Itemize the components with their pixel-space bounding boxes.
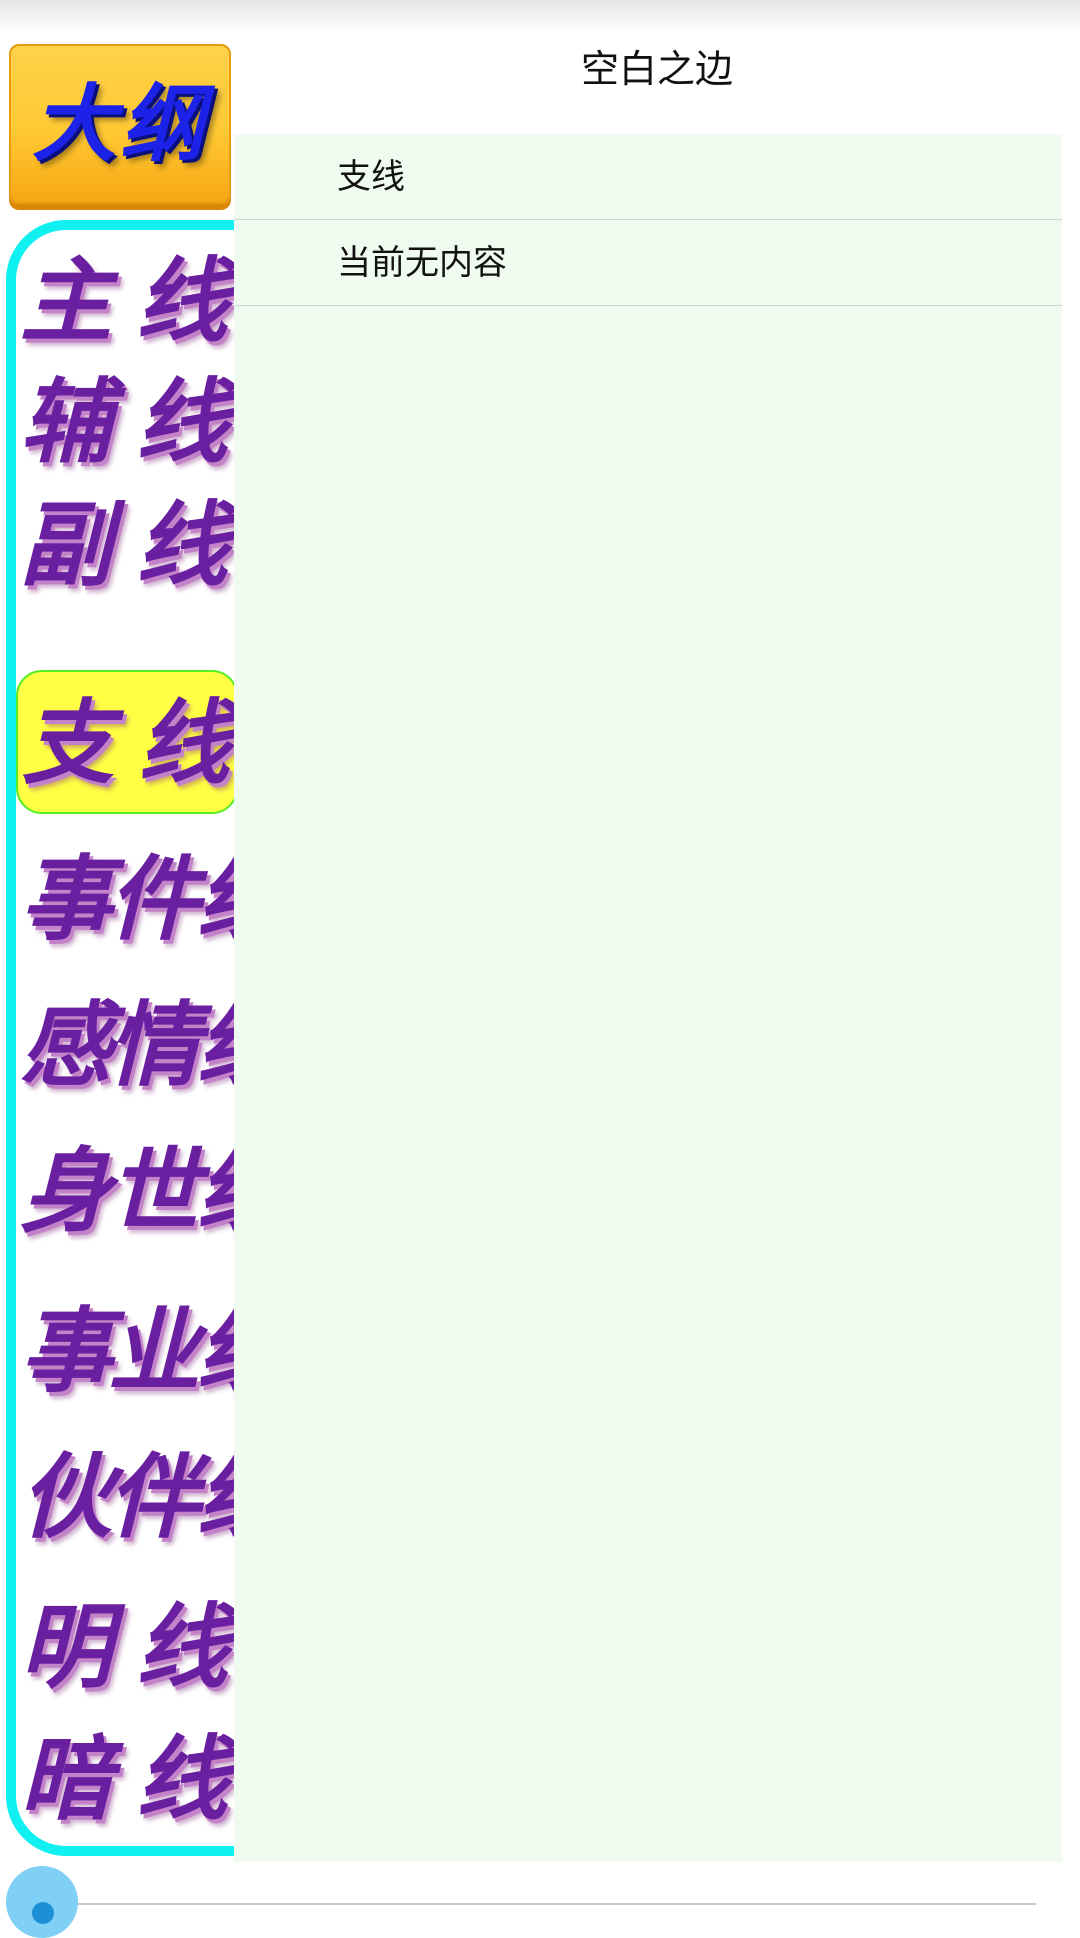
sidebar-item-secondary-line[interactable]: 副 线 <box>16 474 236 614</box>
sidebar-item-label: 主 线 <box>20 247 228 355</box>
sidebar-item-label: 副 线 <box>20 491 228 599</box>
sidebar-item-event-line[interactable]: 事件线 <box>16 828 288 968</box>
outline-button[interactable]: 大纲 <box>9 44 231 204</box>
sidebar-item-label: 辅 线 <box>20 368 228 476</box>
floating-handle[interactable] <box>6 1866 78 1938</box>
sidebar-item-label: 感情线 <box>20 991 288 1099</box>
sidebar-item-branch-line[interactable]: 支 线 <box>16 670 238 814</box>
sidebar-item-romance-line[interactable]: 感情线 <box>16 974 288 1114</box>
page-title: 空白之边 <box>580 47 733 91</box>
sidebar-item-label: 明 线 <box>20 1593 228 1701</box>
sidebar-item-partner-line[interactable]: 伙伴线 <box>16 1426 288 1566</box>
status-bar-shadow <box>0 0 1080 34</box>
sidebar-item-label: 支 线 <box>22 689 230 797</box>
sidebar-item-label: 事业线 <box>20 1297 288 1405</box>
sidebar-item-explicit-line[interactable]: 明 线 <box>16 1576 236 1716</box>
list-item-text: 支线 <box>337 157 405 197</box>
sidebar-item-hidden-line[interactable]: 暗 线 <box>16 1708 236 1848</box>
sidebar-item-main-line[interactable]: 主 线 <box>16 230 236 370</box>
content-panel: 支线 当前无内容 <box>234 134 1062 1862</box>
sidebar-item-auxiliary-line[interactable]: 辅 线 <box>16 351 236 491</box>
sidebar-item-label: 暗 线 <box>20 1725 228 1833</box>
list-item-text: 当前无内容 <box>337 243 507 283</box>
sidebar-item-origin-line[interactable]: 身世线 <box>16 1120 288 1260</box>
list-item-section-header[interactable]: 支线 <box>234 134 1062 220</box>
sidebar-item-label: 事件线 <box>20 845 288 953</box>
sidebar-item-label: 伙伴线 <box>20 1443 288 1551</box>
sidebar-nav: 主 线 辅 线 副 线 支 线 事件线 感情线 身世线 事业线 伙伴线 明 线 … <box>16 230 288 1848</box>
sidebar-item-label: 身世线 <box>20 1137 288 1245</box>
sidebar-item-career-line[interactable]: 事业线 <box>16 1280 288 1420</box>
outline-button-label: 大纲 <box>31 74 208 173</box>
list-item-empty-state[interactable]: 当前无内容 <box>234 220 1062 306</box>
bottom-divider <box>60 1903 1036 1905</box>
